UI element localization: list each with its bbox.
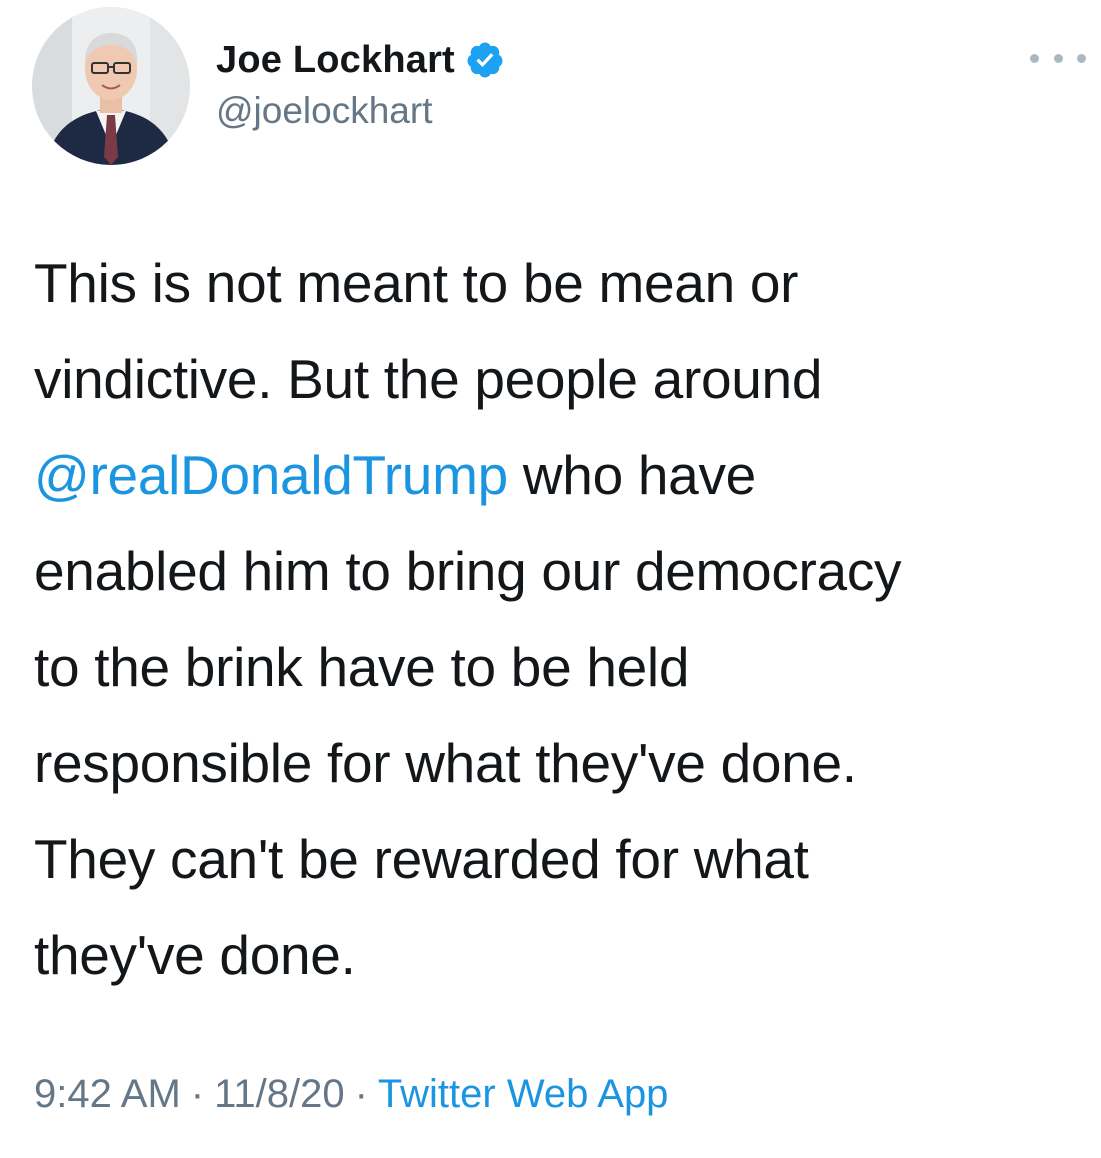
tweet-metadata: 9:42 AM · 11/8/20 · Twitter Web App bbox=[34, 1072, 668, 1117]
tweet-text: This is not meant to be mean or vindicti… bbox=[34, 235, 1084, 1003]
tweet-text-fragment: who have bbox=[507, 444, 756, 506]
mention-link[interactable]: @realDonaldTrump bbox=[34, 444, 508, 506]
dot bbox=[1053, 53, 1063, 63]
dot bbox=[1077, 53, 1086, 63]
tweet-text-line: @realDonaldTrump who have bbox=[34, 427, 1084, 523]
separator: · bbox=[190, 1072, 205, 1116]
tweet-card: Joe Lockhart @joelockhart This is not me… bbox=[0, 0, 1101, 1158]
avatar[interactable] bbox=[32, 7, 190, 165]
verified-badge-icon bbox=[465, 40, 505, 80]
tweet-text-line: to the brink have to be held bbox=[34, 636, 690, 698]
tweet-text-line: they've done. bbox=[34, 924, 356, 986]
tweet-text-line: They can't be rewarded for what bbox=[34, 828, 809, 890]
tweet-text-line: vindictive. But the people around bbox=[34, 348, 823, 410]
author-name-row[interactable]: Joe Lockhart bbox=[216, 38, 505, 82]
more-options-icon[interactable] bbox=[1030, 48, 1086, 68]
tweet-source-link[interactable]: Twitter Web App bbox=[378, 1072, 669, 1116]
tweet-text-line: This is not meant to be mean or bbox=[34, 252, 799, 314]
author-handle[interactable]: @joelockhart bbox=[216, 90, 433, 132]
author-display-name[interactable]: Joe Lockhart bbox=[216, 39, 455, 82]
tweet-text-line: responsible for what they've done. bbox=[34, 732, 857, 794]
tweet-date[interactable]: 11/8/20 bbox=[214, 1072, 345, 1116]
avatar-image bbox=[32, 7, 190, 165]
dot bbox=[1030, 53, 1039, 63]
tweet-time[interactable]: 9:42 AM bbox=[34, 1072, 181, 1116]
tweet-text-line: enabled him to bring our democracy bbox=[34, 540, 902, 602]
separator: · bbox=[354, 1072, 368, 1116]
